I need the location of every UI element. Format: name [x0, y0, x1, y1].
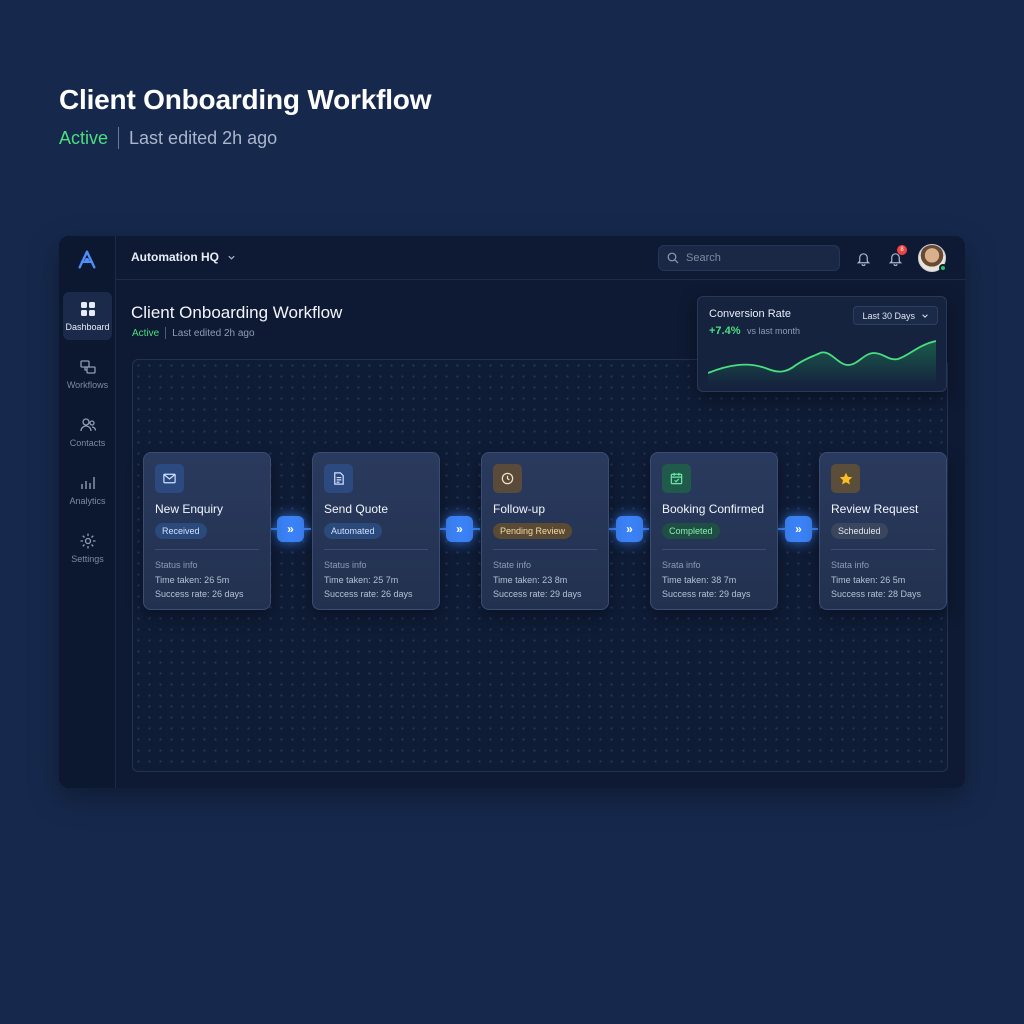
page-divider — [165, 327, 167, 339]
divider — [831, 549, 935, 550]
date-range-value: Last 30 Days — [862, 310, 915, 321]
document-icon — [324, 464, 353, 493]
topbar: Automation HQ 8 — [116, 236, 965, 280]
step-info-title: Srata info — [662, 560, 701, 570]
sidebar-item-settings[interactable]: Settings — [63, 524, 112, 572]
hero-edited: Last edited 2h ago — [129, 127, 278, 148]
bell-icon[interactable] — [854, 249, 872, 267]
date-range-select[interactable]: Last 30 Days — [853, 306, 938, 325]
step-title: Booking Confirmed — [662, 502, 765, 516]
status-badge: Pending Review — [493, 523, 573, 539]
sidebar-item-label: Contacts — [69, 438, 106, 448]
step-info-title: Status info — [324, 560, 367, 570]
step-rate: Success rate: 29 days — [662, 589, 751, 599]
step-title: Send Quote — [324, 502, 389, 516]
gear-icon — [80, 533, 95, 549]
notification-badge: 8 — [897, 245, 907, 255]
workflow-step-card[interactable]: New Enquiry Received Status info Time ta… — [143, 452, 271, 610]
status-badge: Received — [155, 523, 207, 539]
clock-icon — [493, 464, 522, 493]
connector-arrow-button[interactable]: » — [277, 516, 304, 542]
step-rate: Success rate: 28 Days — [831, 589, 922, 599]
chevron-down-icon — [922, 313, 928, 318]
connector-arrow-button[interactable]: » — [785, 516, 812, 542]
star-icon — [831, 464, 860, 493]
notifications-icon[interactable]: 8 — [886, 245, 907, 267]
step-time: Time taken: 38 7m — [662, 575, 737, 585]
hero-title: Client Onboarding Workflow — [59, 84, 432, 115]
page-status: Active — [132, 327, 160, 339]
step-info-title: Stata info — [831, 560, 870, 570]
divider — [662, 549, 766, 550]
conversion-delta: +7.4% — [709, 325, 741, 337]
hero-status: Active — [59, 127, 109, 148]
analytics-icon — [80, 477, 95, 489]
step-info-title: State info — [493, 560, 532, 570]
step-time: Time taken: 25 7m — [324, 575, 399, 585]
hero-subtitle: Active Last edited 2h ago — [59, 127, 277, 149]
page-edited: Last edited 2h ago — [172, 327, 255, 339]
sidebar-item-workflows[interactable]: Workflows — [63, 350, 112, 398]
workflow-step-card[interactable]: Booking Confirmed Completed Srata info T… — [650, 452, 778, 610]
conversion-rate-card: Conversion Rate +7.4% vs last month Last… — [697, 296, 947, 392]
avatar[interactable] — [918, 244, 947, 272]
workflow-step-card[interactable]: Send Quote Automated Status info Time ta… — [312, 452, 440, 610]
conversion-comparison: vs last month — [747, 326, 801, 336]
chevron-down-icon — [228, 255, 235, 260]
step-time: Time taken: 23 8m — [493, 575, 568, 585]
connector-arrow-button[interactable]: » — [616, 516, 643, 542]
calendar-check-icon — [662, 464, 691, 493]
step-title: Review Request — [831, 502, 919, 516]
sidebar-item-contacts[interactable]: Contacts — [63, 408, 112, 456]
step-rate: Success rate: 29 days — [493, 589, 582, 599]
search-input[interactable] — [686, 252, 826, 264]
search-icon — [667, 252, 679, 264]
step-title: Follow-up — [493, 502, 546, 516]
status-badge: Completed — [662, 523, 720, 539]
logo-icon[interactable] — [75, 248, 99, 272]
online-indicator — [939, 264, 947, 272]
divider — [324, 549, 428, 550]
workspace-switcher[interactable]: Automation HQ — [131, 250, 236, 264]
sidebar-item-dashboard[interactable]: Dashboard — [63, 292, 112, 340]
sidebar-item-label: Analytics — [69, 496, 106, 506]
search-box[interactable] — [658, 245, 840, 271]
status-badge: Automated — [324, 523, 382, 539]
step-title: New Enquiry — [155, 502, 224, 516]
sidebar-item-label: Settings — [71, 554, 104, 564]
conversion-sparkline — [708, 340, 937, 385]
app-window: Dashboard Workflows Contacts Analytics S… — [59, 236, 965, 788]
workspace-name: Automation HQ — [131, 250, 219, 264]
sidebar-item-analytics[interactable]: Analytics — [63, 466, 112, 514]
connector-arrow-button[interactable]: » — [446, 516, 473, 542]
sidebar-item-label: Workflows — [66, 380, 109, 390]
status-badge: Scheduled — [831, 523, 888, 539]
step-time: Time taken: 26 5m — [155, 575, 230, 585]
conversion-title: Conversion Rate — [709, 308, 791, 320]
page-subtitle: Active Last edited 2h ago — [132, 327, 255, 339]
grid-icon — [80, 302, 95, 316]
step-rate: Success rate: 26 days — [324, 589, 413, 599]
step-rate: Success rate: 26 days — [155, 589, 244, 599]
mail-icon — [155, 464, 184, 493]
hero-divider — [118, 127, 120, 149]
workflow-step-card[interactable]: Review Request Scheduled Stata info Time… — [819, 452, 947, 610]
divider — [155, 549, 259, 550]
workflow-icon — [79, 360, 96, 374]
sidebar: Dashboard Workflows Contacts Analytics S… — [59, 236, 116, 788]
contacts-icon — [79, 418, 96, 432]
divider — [493, 549, 597, 550]
sidebar-item-label: Dashboard — [65, 322, 110, 332]
page-title: Client Onboarding Workflow — [131, 303, 343, 322]
step-info-title: Status info — [155, 560, 198, 570]
workflow-step-card[interactable]: Follow-up Pending Review State info Time… — [481, 452, 609, 610]
step-time: Time taken: 26 5m — [831, 575, 906, 585]
